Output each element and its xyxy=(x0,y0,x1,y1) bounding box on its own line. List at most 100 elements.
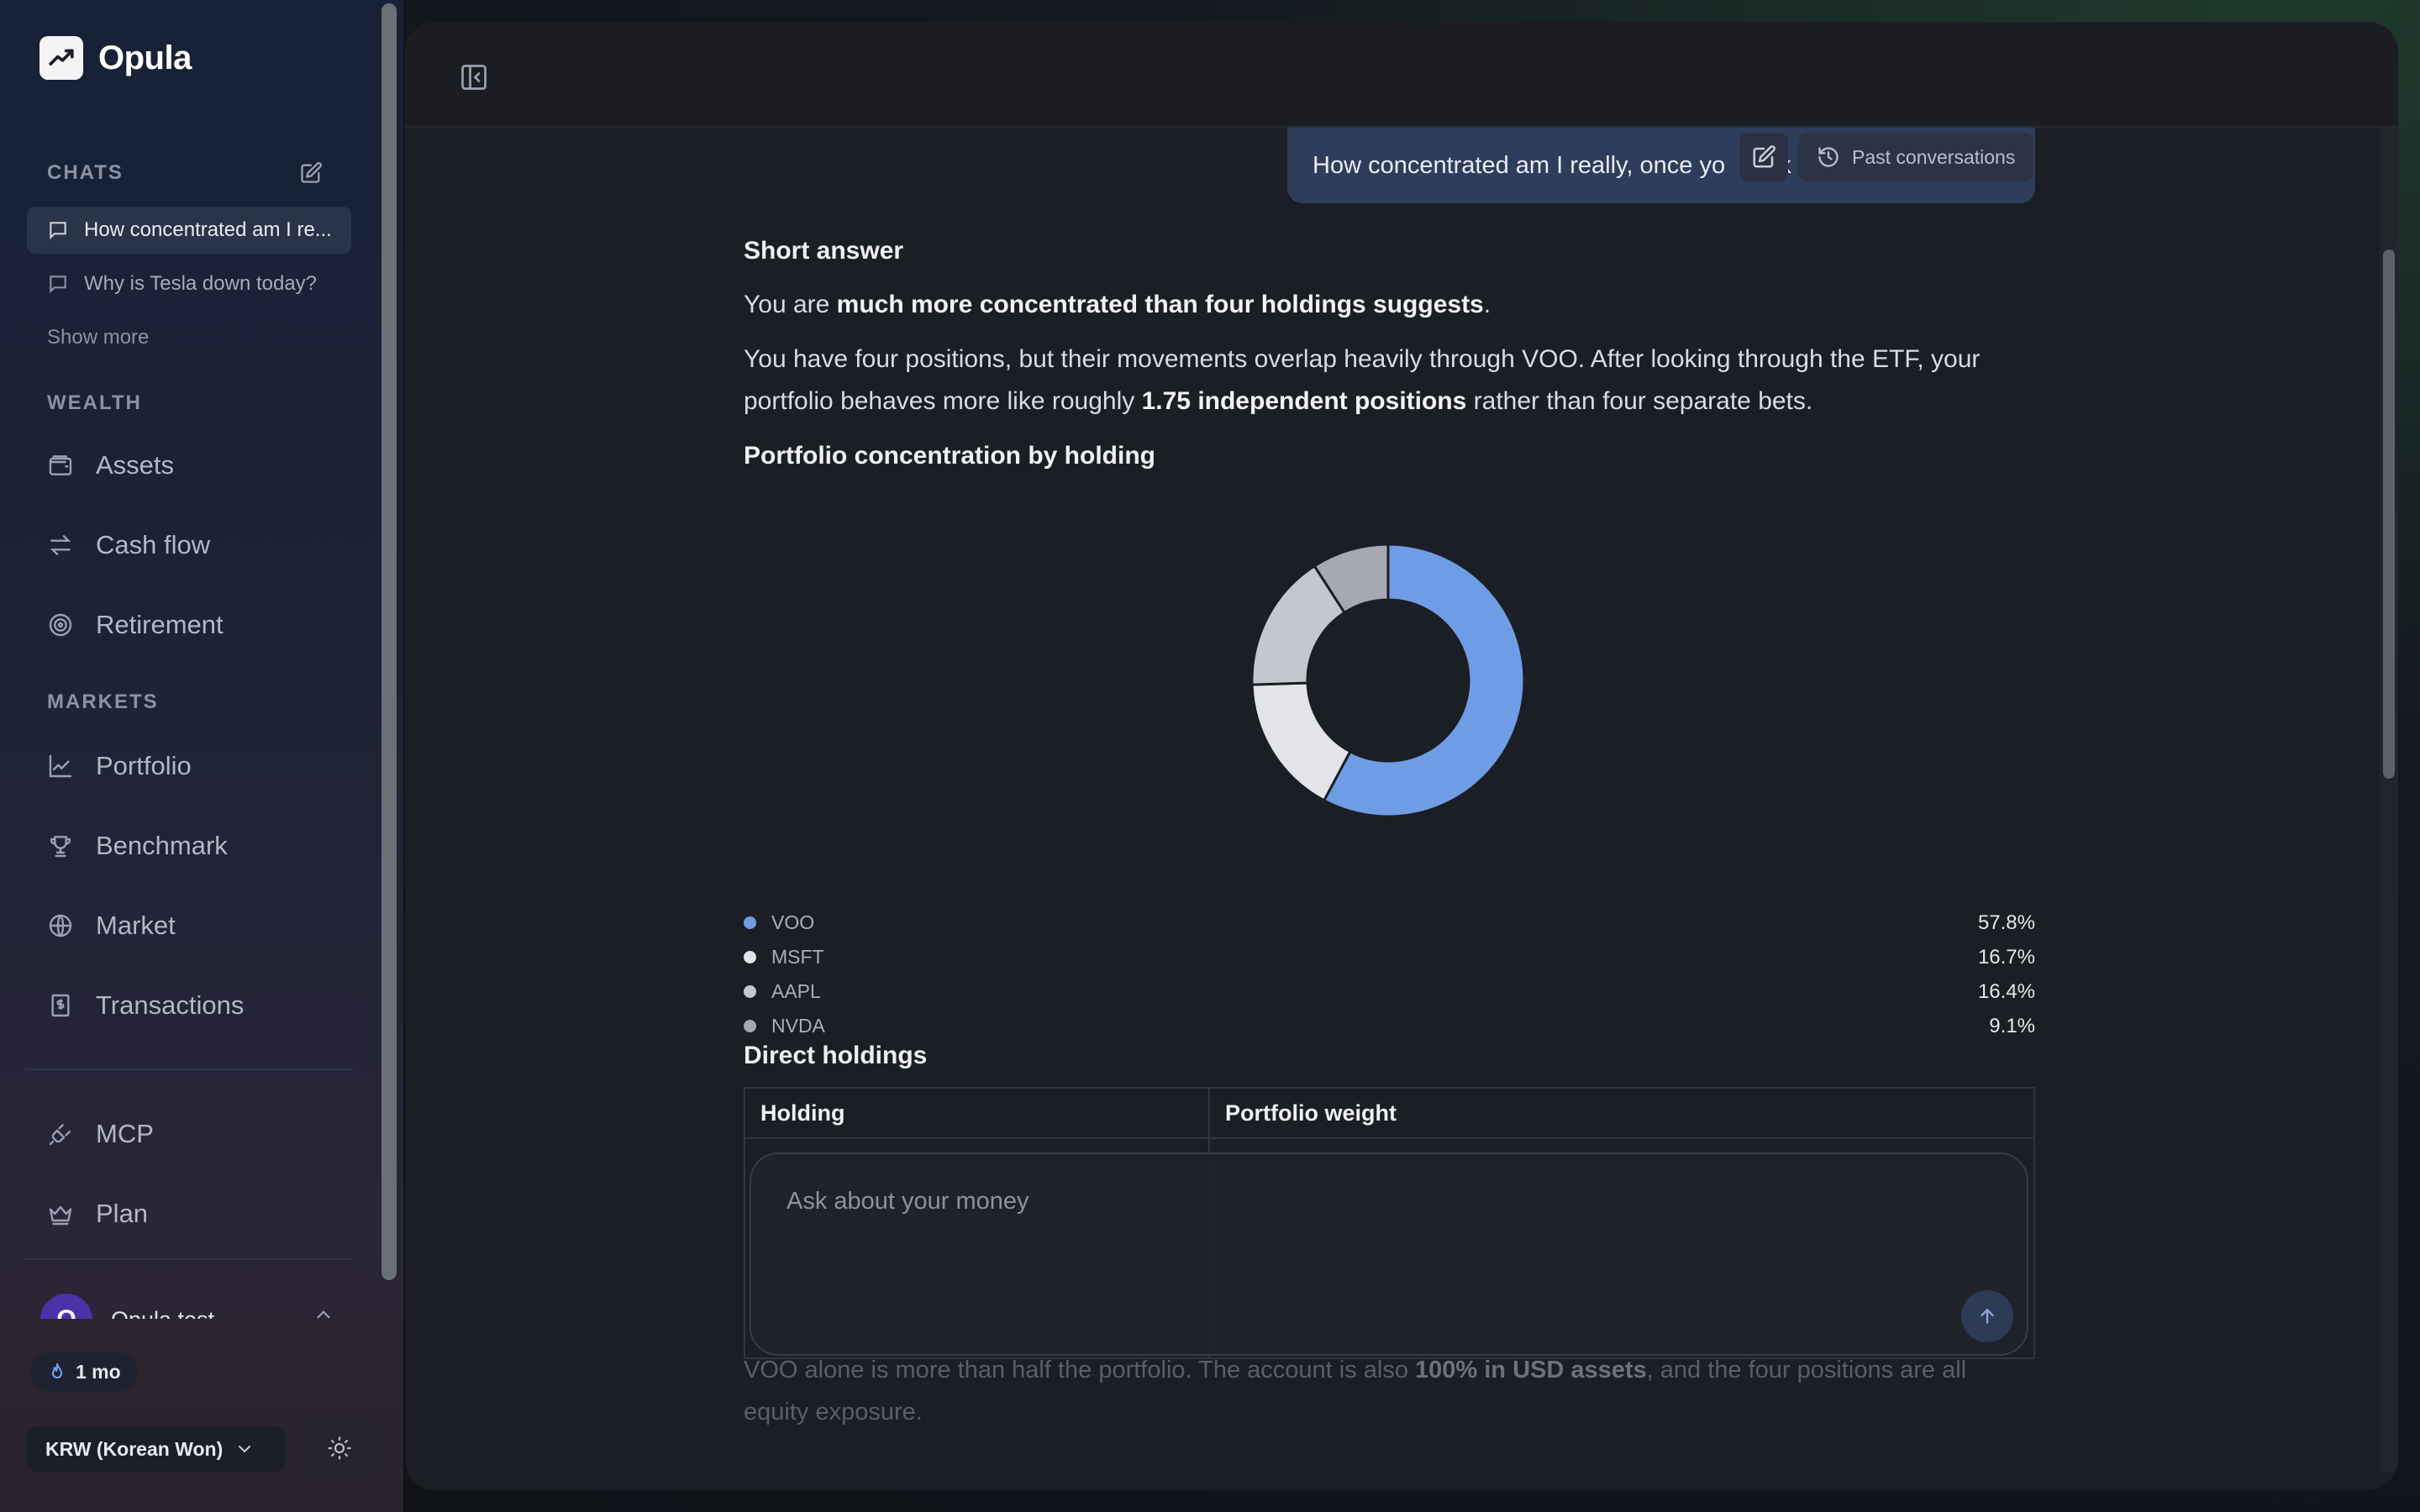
currency-select[interactable]: KRW (Korean Won) xyxy=(27,1426,286,1472)
legend-item-aapl: AAPL 16.4% xyxy=(744,974,2035,1009)
text: , and the four positions are all xyxy=(1646,1357,1967,1383)
show-more-link[interactable]: Show more xyxy=(47,326,149,349)
text: You are xyxy=(744,291,837,318)
sidebar-divider xyxy=(25,1258,353,1260)
edit-icon xyxy=(1753,145,1776,168)
wallet-icon xyxy=(49,455,72,475)
answer-paragraph-2: You have four positions, but their movem… xyxy=(744,339,2038,423)
target-icon xyxy=(49,613,72,637)
chart-legend: VOO 57.8% MSFT 16.7% AAPL 16.4% NVDA 9.1… xyxy=(744,906,2035,1043)
sidebar-collapse-icon[interactable] xyxy=(459,62,489,92)
bold-text: 1.75 independent positions xyxy=(1141,387,1467,415)
arrow-up-icon xyxy=(1981,1308,1994,1324)
nav-item-label: Retirement xyxy=(96,610,224,639)
globe-icon xyxy=(49,914,72,937)
markets-section-label: MARKETS xyxy=(47,690,159,713)
trailing-paragraph: VOO alone is more than half the portfoli… xyxy=(744,1349,2038,1433)
past-conversations-button[interactable]: Past conversations xyxy=(1798,133,2034,181)
sidebar-footer xyxy=(0,1319,403,1512)
user-message-text: How concentrated am I really, once yo xyxy=(1313,151,1726,179)
edit-message-button[interactable] xyxy=(1739,133,1788,181)
sidebar-divider xyxy=(25,1068,353,1070)
direct-holdings-heading: Direct holdings xyxy=(744,1042,928,1069)
legend-dot xyxy=(744,985,756,998)
message-icon xyxy=(50,276,66,294)
nav-item-mcp[interactable]: MCP xyxy=(47,1119,154,1149)
sidebar: Opula CHATS How concentrated am I re... … xyxy=(0,0,403,1512)
nav-item-portfolio[interactable]: Portfolio xyxy=(47,751,192,781)
nav-item-label: Assets xyxy=(96,450,175,480)
streak-label: 1 mo xyxy=(76,1360,121,1383)
message-composer[interactable]: Ask about your money xyxy=(750,1152,2028,1356)
nav-item-benchmark[interactable]: Benchmark xyxy=(47,831,228,861)
text: equity exposure. xyxy=(744,1399,923,1425)
sun-icon xyxy=(328,1436,351,1460)
nav-item-market[interactable]: Market xyxy=(47,911,176,941)
legend-value: 16.4% xyxy=(1977,979,2035,1003)
nav-item-retirement[interactable]: Retirement xyxy=(47,610,224,640)
text: VOO alone is more than half the portfoli… xyxy=(744,1357,1416,1383)
legend-label: NVDA xyxy=(771,1015,825,1037)
crown-icon xyxy=(49,1205,72,1226)
history-icon xyxy=(1818,147,1839,167)
streak-badge[interactable]: 1 mo xyxy=(30,1352,138,1391)
legend-dot xyxy=(744,916,756,929)
nav-item-label: MCP xyxy=(96,1119,154,1148)
bold-text: 100% in USD assets xyxy=(1415,1357,1647,1383)
text: . xyxy=(1483,291,1491,318)
send-button[interactable] xyxy=(1961,1290,2013,1342)
text: rather than four separate bets. xyxy=(1466,387,1813,415)
table-header: Holding Portfolio weight xyxy=(745,1089,2033,1139)
chats-section-label: CHATS xyxy=(47,161,124,184)
main-panel: How concentrated am I really, once yo k … xyxy=(405,22,2398,1490)
legend-label: MSFT xyxy=(771,946,824,968)
plug-icon xyxy=(49,1124,71,1146)
nav-item-plan[interactable]: Plan xyxy=(47,1199,148,1229)
chevron-down-icon xyxy=(239,1446,251,1453)
wealth-section-label: WEALTH xyxy=(47,391,142,414)
new-chat-button[interactable] xyxy=(296,158,326,188)
top-bar xyxy=(405,22,2398,128)
chat-item-concentration[interactable]: How concentrated am I re... xyxy=(27,207,351,254)
column-header-weight: Portfolio weight xyxy=(1225,1100,1397,1126)
logo-chart-icon xyxy=(39,36,83,80)
main-scrollbar[interactable] xyxy=(2380,128,2398,1472)
sidebar-scrollbar[interactable] xyxy=(381,3,397,1280)
answer-paragraph-1: You are much more concentrated than four… xyxy=(744,284,2038,326)
edit-icon xyxy=(301,162,322,183)
legend-label: VOO xyxy=(771,911,815,933)
bold-text: much more concentrated than four holding… xyxy=(836,291,1484,318)
concentration-donut-chart xyxy=(1250,543,1526,818)
nav-item-label: Cash flow xyxy=(96,530,211,559)
scrollbar-thumb[interactable] xyxy=(2383,249,2395,779)
app-logo[interactable]: Opula xyxy=(39,36,192,80)
nav-item-label: Benchmark xyxy=(96,831,228,860)
nav-item-assets[interactable]: Assets xyxy=(47,450,174,480)
legend-value: 16.7% xyxy=(1977,945,2035,969)
app-name: Opula xyxy=(98,39,192,76)
nav-item-label: Transactions xyxy=(96,990,245,1020)
nav-item-label: Plan xyxy=(96,1199,149,1228)
currency-label: KRW (Korean Won) xyxy=(45,1437,224,1460)
chat-item-tesla[interactable]: Why is Tesla down today? xyxy=(27,260,351,307)
short-answer-heading: Short answer xyxy=(744,237,904,265)
chat-item-title: Why is Tesla down today? xyxy=(84,272,318,295)
legend-item-msft: MSFT 16.7% xyxy=(744,940,2035,974)
nav-item-label: Market xyxy=(96,911,176,940)
arrows-swap-icon xyxy=(50,535,71,555)
legend-value: 57.8% xyxy=(1977,911,2035,934)
nav-item-cash-flow[interactable]: Cash flow xyxy=(47,530,210,560)
trophy-icon xyxy=(50,836,71,858)
nav-item-transactions[interactable]: Transactions xyxy=(47,990,244,1021)
chat-item-title: How concentrated am I re... xyxy=(84,218,332,241)
legend-item-voo: VOO 57.8% xyxy=(744,906,2035,940)
legend-label: AAPL xyxy=(771,980,821,1002)
line-chart-icon xyxy=(49,754,72,778)
legend-dot xyxy=(744,1020,756,1032)
legend-item-nvda: NVDA 9.1% xyxy=(744,1009,2035,1043)
legend-value: 9.1% xyxy=(1989,1014,2035,1037)
theme-toggle-button[interactable] xyxy=(304,1420,375,1477)
flame-icon xyxy=(52,1363,62,1378)
past-conversations-label: Past conversations xyxy=(1852,145,2016,168)
nav-item-label: Portfolio xyxy=(96,751,192,780)
